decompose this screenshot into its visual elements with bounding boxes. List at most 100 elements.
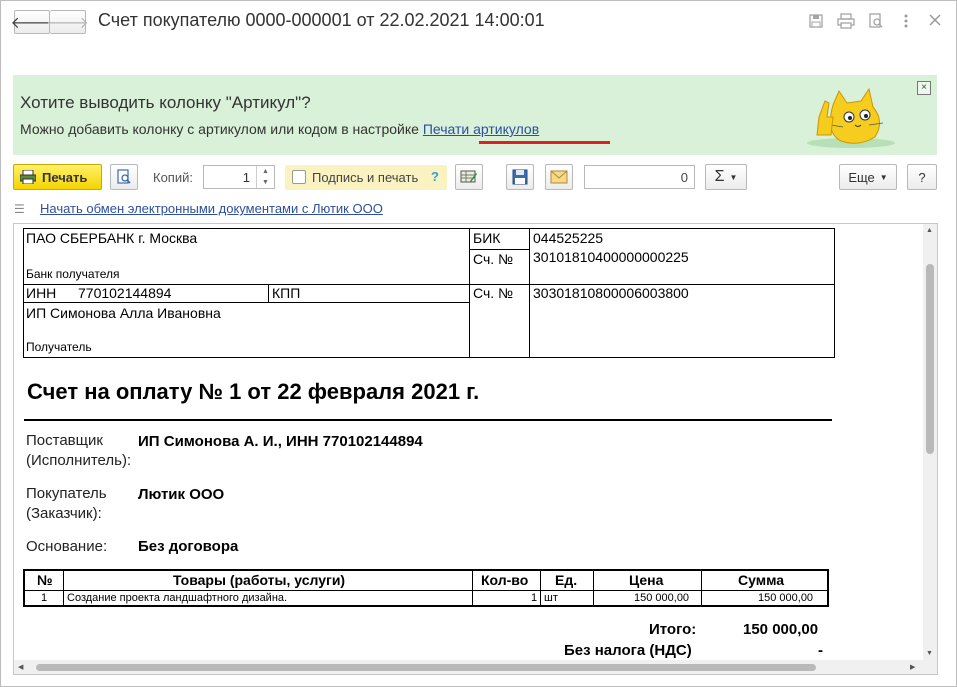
- sign-and-stamp-checkbox[interactable]: [292, 170, 306, 184]
- column-header-goods: Товары (работы, услуги): [173, 572, 346, 588]
- vertical-scrollbar[interactable]: ▲ ▼: [923, 224, 937, 660]
- save-icon[interactable]: [807, 13, 825, 31]
- printer-icon: [20, 170, 36, 184]
- buyer-value: Лютик ООО: [138, 486, 225, 503]
- chevron-down-icon[interactable]: ▼: [257, 177, 274, 188]
- goods-table: № Товары (работы, услуги) Кол-во Ед. Цен…: [23, 569, 829, 607]
- send-email-button[interactable]: [545, 164, 573, 190]
- column-divider: [472, 571, 473, 605]
- horizontal-scroll-thumb[interactable]: [36, 664, 816, 671]
- supplier-value: ИП Симонова А. И., ИНН 770102144894: [138, 433, 423, 450]
- table-row-price: 150 000,00: [634, 592, 690, 604]
- bik-value: 044525225: [533, 230, 604, 246]
- table-row-sum: 150 000,00: [758, 592, 814, 604]
- edit-document-button[interactable]: [455, 164, 483, 190]
- invoice-title: Счет на оплату № 1 от 22 февраля 2021 г.: [27, 379, 480, 404]
- table-row-quantity: 1: [531, 592, 538, 604]
- column-header-unit: Ед.: [555, 572, 578, 588]
- sign-and-stamp-label: Подпись и печать: [312, 170, 419, 185]
- save-icon: [512, 169, 528, 185]
- start-edo-exchange-link[interactable]: Начать обмен электронными документами с …: [40, 201, 383, 216]
- column-divider: [540, 571, 541, 605]
- bank-name: ПАО СБЕРБАНК г. Москва: [26, 230, 198, 246]
- column-divider: [63, 571, 64, 605]
- stepper-arrows[interactable]: ▲ ▼: [256, 166, 274, 188]
- selection-number-field[interactable]: 0: [584, 165, 695, 189]
- dropdown-arrow-icon: ▼: [879, 172, 888, 182]
- copies-value: 1: [242, 170, 250, 185]
- horizontal-scrollbar[interactable]: ◀ ▶: [14, 660, 937, 674]
- column-divider: [701, 571, 702, 605]
- column-header-quantity: Кол-во: [481, 572, 529, 588]
- sign-and-stamp-toggle[interactable]: Подпись и печать ?: [285, 165, 447, 190]
- edit-table-icon: [460, 170, 477, 183]
- edo-link-row: ☰ Начать обмен электронными документами …: [13, 200, 613, 218]
- print-button[interactable]: Печать: [13, 164, 102, 190]
- copies-stepper[interactable]: 1 ▲ ▼: [203, 165, 275, 189]
- scroll-up-icon[interactable]: ▲: [926, 227, 933, 234]
- sum-button[interactable]: Σ ▼: [705, 164, 747, 190]
- arrow-right-icon: 🡒: [46, 14, 89, 32]
- basis-value: Без договора: [138, 538, 239, 555]
- scroll-down-icon[interactable]: ▼: [926, 650, 933, 657]
- preview-button[interactable]: [110, 164, 138, 190]
- more-vertical-icon[interactable]: [897, 13, 915, 31]
- dropdown-arrow-icon: ▼: [729, 172, 738, 182]
- banner-close-button[interactable]: ×: [917, 81, 931, 95]
- forward-button[interactable]: 🡒: [46, 10, 89, 34]
- title-bar: 🡐 🡒 Счет покупателю 0000-000001 от 22.02…: [1, 1, 956, 45]
- cat-mascot-icon: [807, 87, 895, 148]
- bank-caption: Банк получателя: [26, 267, 120, 281]
- header-divider: [25, 590, 827, 591]
- bik-label: БИК: [473, 230, 501, 246]
- link-highlight-underline: [479, 141, 610, 144]
- command-bar: Печать Копий: 1 ▲ ▼ Подпись и печать ? 0 …: [13, 164, 938, 192]
- banner-question: Хотите выводить колонку "Артикул"?: [20, 93, 311, 112]
- exchange-icon: ☰: [14, 202, 25, 216]
- preview-icon[interactable]: [867, 13, 885, 31]
- kpp-label: КПП: [272, 285, 301, 301]
- vat-label: Без налога (НДС): [564, 642, 692, 659]
- printed-document-area[interactable]: ПАО СБЕРБАНК г. Москва Банк получателя Б…: [13, 223, 938, 675]
- column-header-price: Цена: [629, 572, 664, 588]
- envelope-icon: [550, 170, 568, 184]
- account-value: 30301810800006003800: [533, 285, 689, 301]
- window-title: Счет покупателю 0000-000001 от 22.02.202…: [98, 10, 545, 30]
- total-value: 150 000,00: [743, 621, 819, 638]
- more-button[interactable]: Еще ▼: [839, 164, 897, 190]
- scroll-right-icon[interactable]: ▶: [910, 663, 915, 671]
- basis-label: Основание:: [26, 538, 108, 555]
- back-button[interactable]: 🡐: [11, 10, 53, 34]
- printer-icon[interactable]: [837, 13, 855, 31]
- save-copy-button[interactable]: [506, 164, 534, 190]
- column-divider: [593, 571, 594, 605]
- buyer-label: Покупатель (Заказчик):: [26, 485, 107, 522]
- table-row-number: 1: [41, 592, 48, 604]
- article-column-banner: Хотите выводить колонку "Артикул"? Можно…: [13, 75, 937, 155]
- vat-value: -: [818, 642, 823, 659]
- scroll-left-icon[interactable]: ◀: [18, 663, 23, 671]
- selection-number-value: 0: [680, 170, 688, 185]
- sigma-icon: Σ: [714, 168, 725, 185]
- chevron-up-icon[interactable]: ▲: [257, 166, 274, 177]
- table-row-goods: Создание проекта ландшафтного дизайна.: [67, 592, 288, 604]
- help-button[interactable]: ?: [907, 164, 937, 190]
- close-icon[interactable]: [926, 13, 944, 31]
- column-header-sum: Сумма: [738, 572, 785, 588]
- inn-label: ИНН: [26, 285, 57, 301]
- title-divider: [24, 419, 832, 421]
- article-print-settings-link[interactable]: Печати артикулов: [423, 121, 539, 137]
- corr-account-value: 30101810400000000225: [533, 249, 689, 265]
- total-label: Итого:: [649, 621, 697, 638]
- help-icon[interactable]: ?: [431, 169, 439, 184]
- print-preview-icon: [117, 169, 131, 184]
- recipient-name: ИП Симонова Алла Ивановна: [26, 305, 221, 321]
- invoice-window: 🡐 🡒 Счет покупателю 0000-000001 от 22.02…: [0, 0, 957, 687]
- vertical-scroll-thumb[interactable]: [926, 264, 934, 454]
- close-icon: ×: [921, 82, 927, 93]
- recipient-caption: Получатель: [26, 340, 92, 354]
- corr-account-label: Сч. №: [473, 251, 514, 267]
- copies-label: Копий:: [153, 170, 193, 185]
- column-header-number: №: [37, 572, 53, 588]
- banner-text: Можно добавить колонку с артикулом или к…: [20, 121, 540, 137]
